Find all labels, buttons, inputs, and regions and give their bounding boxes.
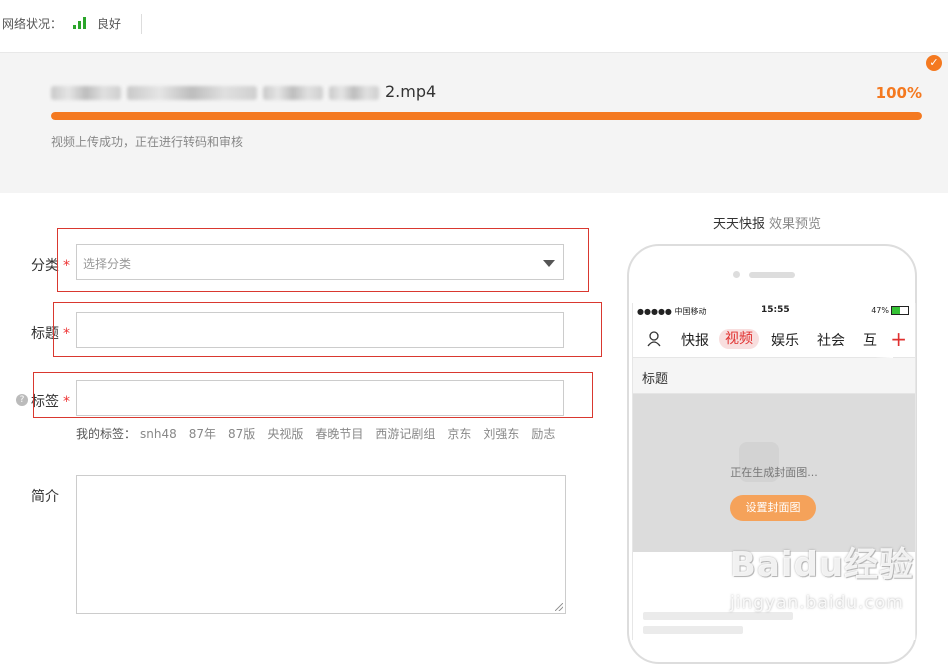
preview-subtitle: 效果预览 (769, 217, 822, 232)
highlight-frame (57, 228, 589, 292)
progress-fill (51, 112, 922, 120)
top-bar: 网络状况： 良好 (0, 0, 948, 53)
phone-screen: ●●●●● 中国移动 15:55 47% 快报 视频 娱乐 社会 互 + 标题 … (632, 303, 916, 640)
highlight-frame (53, 302, 602, 357)
divider (141, 14, 142, 34)
my-tags: 我的标签： snh48 87年 87版 央视版 春晚节目 西游记剧组 京东 刘强东 励志 (76, 425, 567, 442)
category-label-text: 分类 (31, 258, 59, 274)
tag-item[interactable]: 87版 (228, 427, 255, 441)
check-circle-icon: ✓ (926, 55, 942, 71)
tag-item[interactable]: 励志 (531, 427, 555, 441)
phone-status-bar: ●●●●● 中国移动 15:55 47% (633, 303, 915, 319)
nav-item-active[interactable]: 视频 (719, 329, 759, 349)
tag-item[interactable]: 87年 (189, 427, 216, 441)
preview-below (633, 552, 915, 640)
upload-filename: 2.mp4 (51, 82, 436, 101)
camera-icon (733, 271, 740, 278)
carrier: ●●●●● 中国移动 (637, 307, 707, 316)
tag-item[interactable]: 京东 (447, 427, 471, 441)
highlight-frame (33, 372, 593, 418)
intro-label: 简介 (31, 489, 59, 505)
cover-message: 正在生成封面图... (730, 466, 818, 479)
tag-item[interactable]: 西游记剧组 (375, 427, 435, 441)
preview-title: 天天快报 效果预览 (713, 213, 821, 232)
upload-status-message: 视频上传成功，正在进行转码和审核 (51, 135, 244, 149)
blurred-filename (127, 85, 257, 100)
battery-percent: 47% (871, 306, 889, 315)
nav-item[interactable]: 娱乐 (771, 330, 799, 350)
speaker-icon (749, 272, 795, 278)
resize-handle-icon[interactable] (555, 603, 563, 611)
battery-icon (891, 306, 909, 315)
tag-item[interactable]: 春晚节目 (315, 427, 363, 441)
blurred-filename (263, 85, 323, 100)
plus-icon[interactable]: + (890, 327, 907, 351)
tag-item[interactable]: 刘强东 (483, 427, 519, 441)
set-cover-button[interactable]: 设置封面图 (730, 495, 816, 521)
preview-app-name: 天天快报 (713, 217, 766, 232)
my-tags-label: 我的标签： (76, 427, 137, 441)
filename-suffix: 2.mp4 (385, 82, 437, 101)
progress-bar (51, 112, 922, 120)
nav-item[interactable]: 社会 (817, 330, 845, 350)
question-icon[interactable]: ? (16, 394, 28, 406)
preview-headline: 标题 (642, 372, 669, 387)
intro-textarea[interactable] (76, 475, 566, 614)
status-time: 15:55 (761, 305, 790, 315)
network-status: 良好 (97, 17, 122, 31)
network-label: 网络状况： (2, 17, 63, 31)
user-icon[interactable] (647, 331, 661, 347)
signal-bars-icon (73, 15, 93, 29)
preview-headline-bar: 标题 (633, 358, 915, 394)
tag-item[interactable]: 央视版 (267, 427, 303, 441)
phone-nav: 快报 视频 娱乐 社会 互 + (633, 321, 915, 375)
tag-item[interactable]: snh48 (140, 427, 177, 441)
nav-item[interactable]: 快报 (681, 330, 709, 350)
cover-area: 正在生成封面图... 设置封面图 (633, 394, 915, 552)
blurred-filename (329, 85, 379, 100)
battery-status: 47% (871, 306, 909, 315)
progress-percent: 100% (875, 84, 922, 102)
upload-panel: 2.mp4 100% 视频上传成功，正在进行转码和审核 (0, 53, 948, 193)
blurred-filename (51, 85, 121, 100)
